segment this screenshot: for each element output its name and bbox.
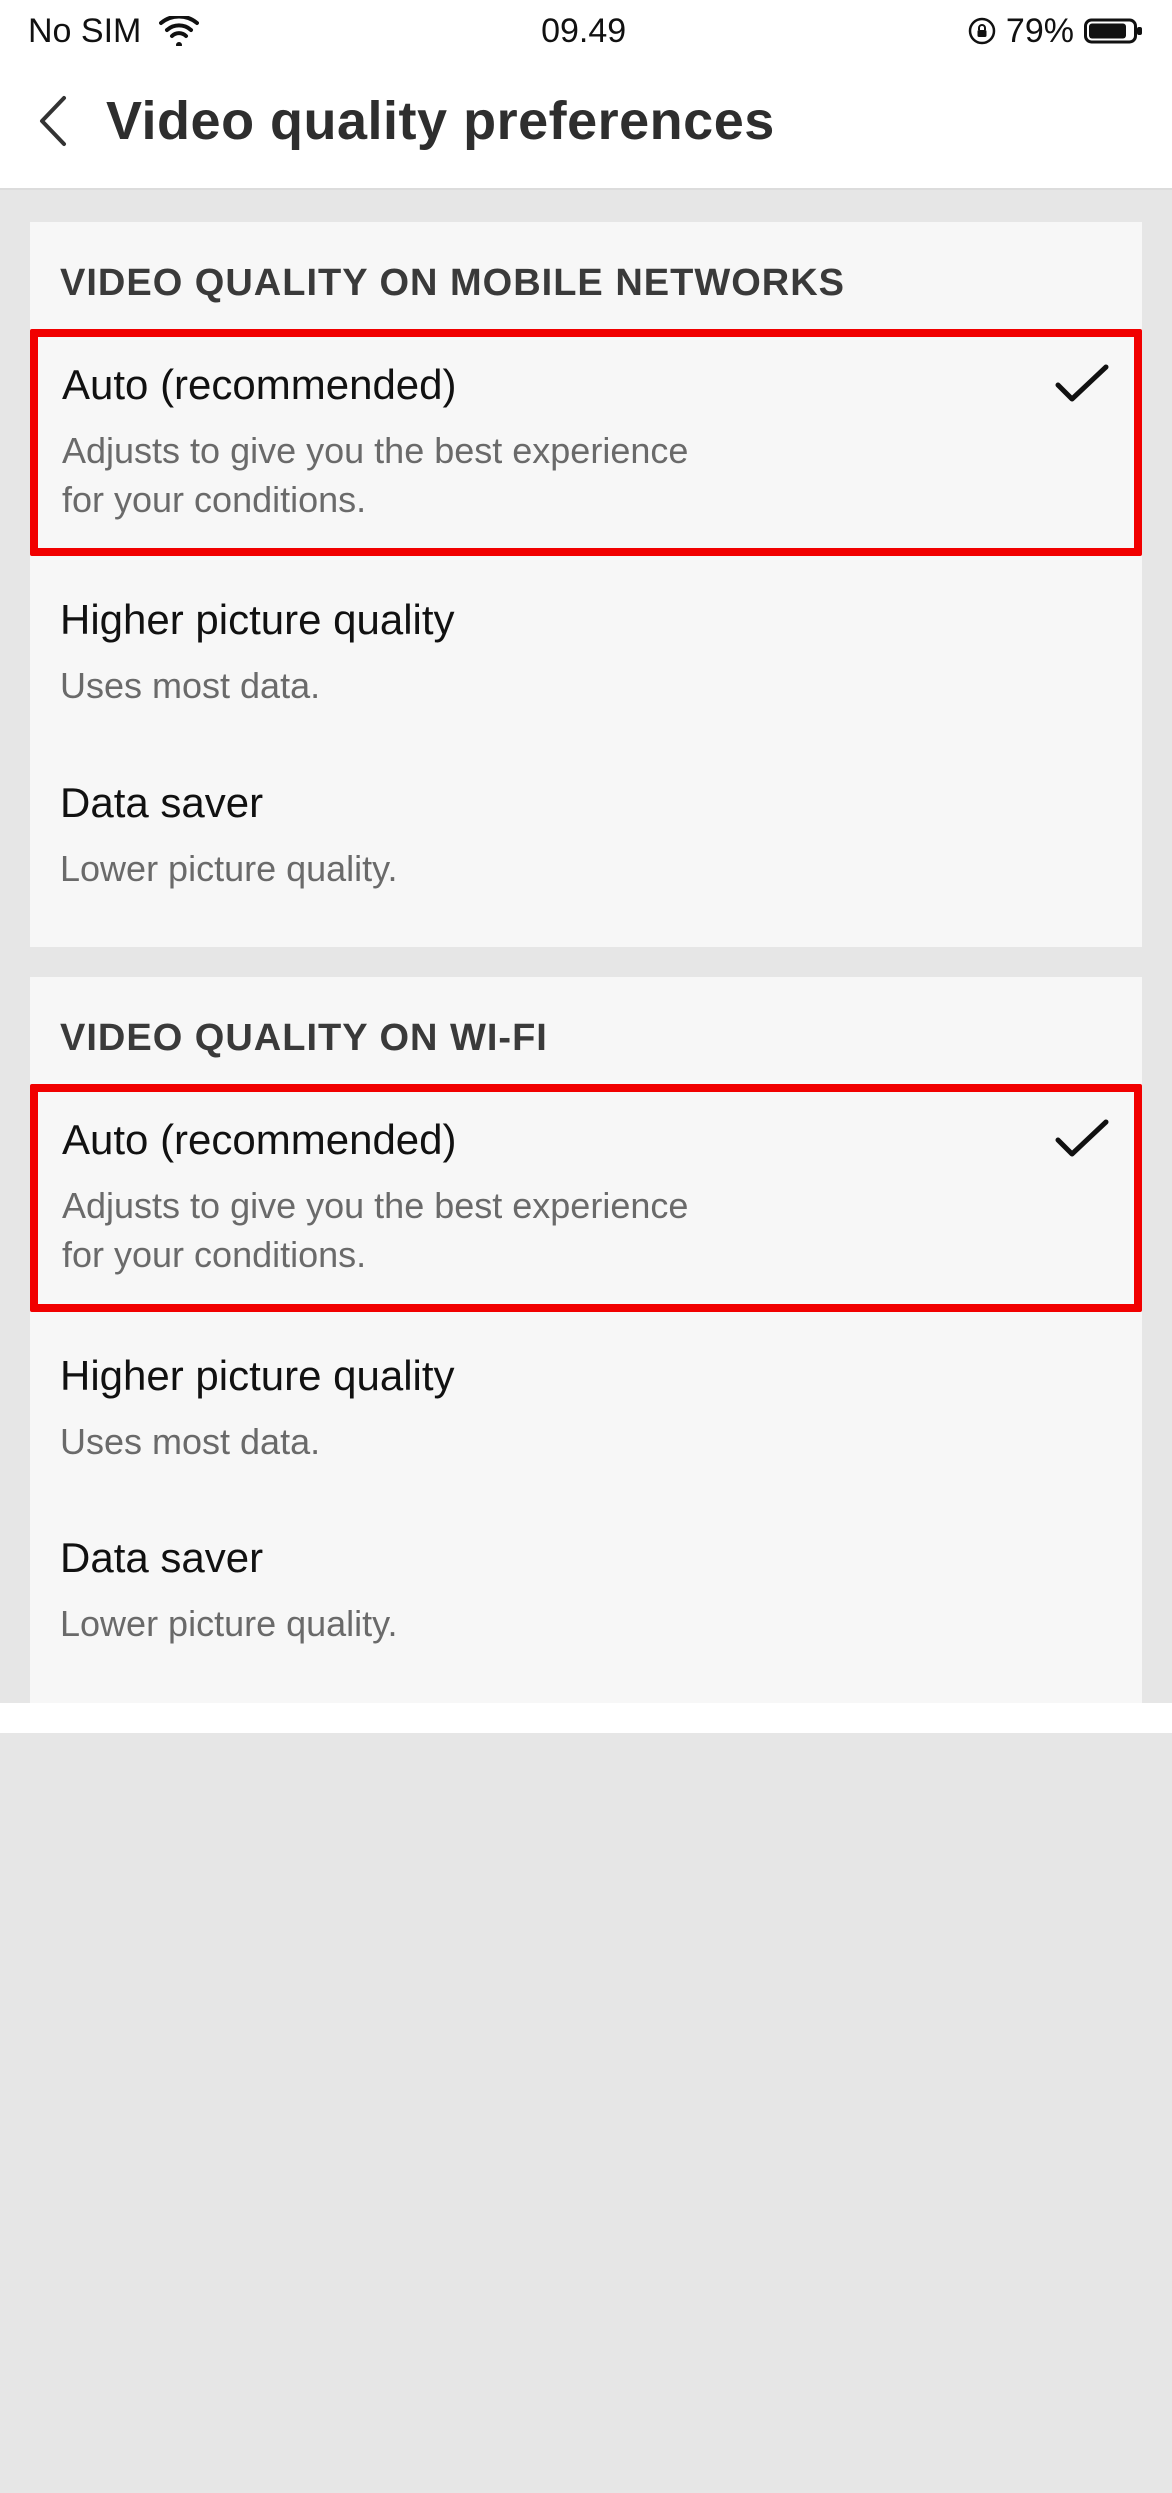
option-higher-mobile[interactable]: Higher picture quality Uses most data. — [30, 562, 1142, 745]
section-header: VIDEO QUALITY ON WI-FI — [30, 977, 1142, 1078]
option-subtitle: Uses most data. — [60, 662, 720, 711]
check-icon — [1054, 361, 1110, 410]
status-right: 79% — [968, 12, 1144, 51]
option-datasaver-wifi[interactable]: Data saver Lower picture quality. — [30, 1500, 1142, 1683]
highlight-box: Auto (recommended) Adjusts to give you t… — [30, 329, 1142, 556]
back-icon — [36, 94, 70, 148]
option-auto-mobile[interactable]: Auto (recommended) Adjusts to give you t… — [38, 337, 1134, 548]
option-subtitle: Lower picture quality. — [60, 1600, 720, 1649]
status-bar: No SIM 09.49 79% — [0, 0, 1172, 62]
clock-label: 09.49 — [541, 12, 626, 51]
option-datasaver-mobile[interactable]: Data saver Lower picture quality. — [30, 745, 1142, 928]
option-title: Auto (recommended) — [62, 1116, 1082, 1164]
status-left: No SIM — [28, 12, 199, 51]
option-higher-wifi[interactable]: Higher picture quality Uses most data. — [30, 1318, 1142, 1501]
section-wifi: VIDEO QUALITY ON WI-FI Auto (recommended… — [30, 977, 1142, 1702]
empty-space — [0, 1733, 1172, 2493]
wifi-icon — [159, 16, 199, 46]
option-subtitle: Adjusts to give you the best experience … — [62, 1182, 722, 1279]
back-button[interactable] — [30, 94, 76, 148]
option-title: Higher picture quality — [60, 596, 1082, 644]
rotation-lock-icon — [968, 17, 996, 45]
option-title: Data saver — [60, 779, 1082, 827]
option-title: Higher picture quality — [60, 1352, 1082, 1400]
screen: No SIM 09.49 79% — [0, 0, 1172, 2493]
carrier-label: No SIM — [28, 12, 141, 51]
battery-icon — [1084, 16, 1144, 46]
section-mobile-networks: VIDEO QUALITY ON MOBILE NETWORKS Auto (r… — [30, 222, 1142, 947]
section-header: VIDEO QUALITY ON MOBILE NETWORKS — [30, 222, 1142, 323]
option-subtitle: Lower picture quality. — [60, 845, 720, 894]
battery-percent-label: 79% — [1006, 12, 1074, 51]
page-title: Video quality preferences — [106, 90, 775, 152]
option-subtitle: Uses most data. — [60, 1418, 720, 1467]
option-auto-wifi[interactable]: Auto (recommended) Adjusts to give you t… — [38, 1092, 1134, 1303]
option-title: Auto (recommended) — [62, 361, 1082, 409]
highlight-box: Auto (recommended) Adjusts to give you t… — [30, 1084, 1142, 1311]
page-header: Video quality preferences — [0, 62, 1172, 190]
content: VIDEO QUALITY ON MOBILE NETWORKS Auto (r… — [0, 190, 1172, 1703]
option-title: Data saver — [60, 1534, 1082, 1582]
check-icon — [1054, 1116, 1110, 1165]
option-subtitle: Adjusts to give you the best experience … — [62, 427, 722, 524]
